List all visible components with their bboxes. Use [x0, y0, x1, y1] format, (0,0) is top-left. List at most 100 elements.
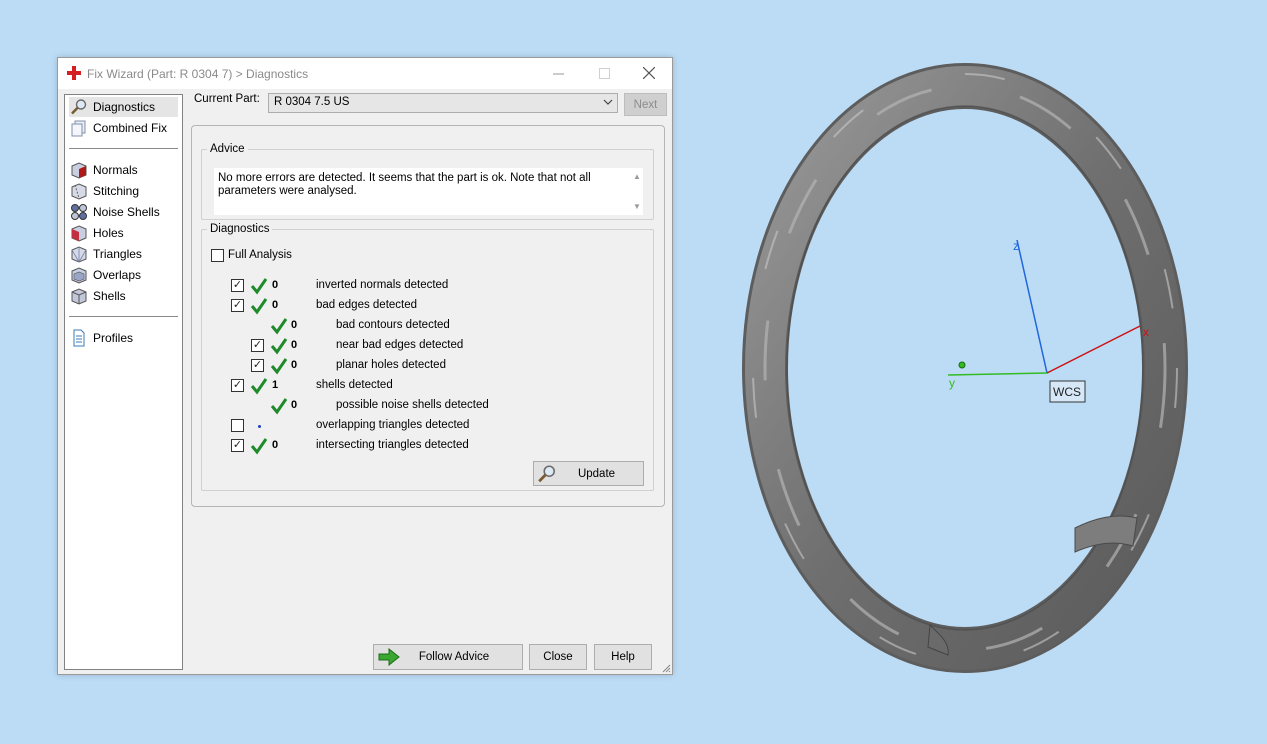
row-count: 0 [272, 279, 279, 291]
advice-title: Advice [210, 143, 245, 155]
sidebar-item-label: Combined Fix [93, 121, 168, 135]
green-check-icon [250, 438, 268, 455]
sidebar-divider [69, 316, 178, 317]
minimize-button[interactable] [535, 58, 581, 88]
row-count: 0 [291, 319, 298, 331]
sidebar-item-profiles[interactable]: Profiles [69, 328, 178, 348]
sidebar-item-stitching[interactable]: Stitching [69, 181, 178, 201]
row-label: inverted normals detected [316, 279, 449, 291]
sidebar-item-label: Profiles [93, 331, 134, 345]
advice-text-box[interactable]: No more errors are detected. It seems th… [214, 168, 643, 215]
3d-viewport[interactable]: z x y WCS [700, 60, 1260, 680]
sidebar-item-holes[interactable]: Holes [69, 223, 178, 243]
minimize-icon [552, 73, 564, 74]
row-checkbox[interactable] [231, 419, 244, 432]
sidebar-item-label: Triangles [93, 247, 142, 261]
row-checkbox[interactable]: ✓ [231, 439, 244, 452]
magnifier-icon [534, 464, 560, 484]
row-checkbox[interactable]: ✓ [231, 279, 244, 292]
row-label: possible noise shells detected [336, 399, 489, 411]
row-count: 0 [291, 339, 298, 351]
cube-red-icon [69, 161, 89, 179]
resize-grip-icon[interactable] [661, 663, 671, 673]
next-button[interactable]: Next [624, 93, 667, 116]
row-checkbox[interactable]: ✓ [251, 359, 264, 372]
green-check-icon [270, 398, 288, 415]
row-count: 0 [291, 359, 298, 371]
fix-wizard-dialog: Fix Wizard (Part: R 0304 7) > Diagnostic… [57, 57, 673, 675]
update-button[interactable]: Update [533, 461, 644, 486]
sidebar-item-label: Holes [93, 226, 124, 240]
sidebar-divider [69, 148, 178, 149]
diagnostics-title: Diagnostics [210, 223, 270, 235]
row-label: overlapping triangles detected [316, 419, 470, 431]
current-part-label: Current Part: [194, 93, 260, 105]
row-checkbox[interactable]: ✓ [231, 379, 244, 392]
scroll-down-icon[interactable]: ▼ [633, 200, 641, 213]
sidebar-item-diagnostics[interactable]: Diagnostics [69, 97, 178, 117]
y-axis [947, 372, 1048, 376]
follow-advice-button[interactable]: Follow Advice [373, 644, 523, 670]
x-axis-label: x [1143, 325, 1149, 339]
sidebar-item-label: Normals [93, 163, 138, 177]
row-checkbox[interactable]: ✓ [251, 339, 264, 352]
row-label: planar holes detected [336, 359, 446, 371]
row-count: 0 [272, 299, 279, 311]
z-axis [1016, 239, 1048, 374]
row-count: 0 [291, 399, 298, 411]
title-bar[interactable]: Fix Wizard (Part: R 0304 7) > Diagnostic… [58, 58, 672, 89]
help-button[interactable]: Help [594, 644, 652, 670]
ring-model[interactable] [742, 63, 1188, 673]
row-count: 1 [272, 379, 279, 391]
green-check-icon [270, 358, 288, 375]
sidebar-item-overlaps[interactable]: Overlaps [69, 265, 178, 285]
row-label: shells detected [316, 379, 393, 391]
diagnostics-panel: Advice No more errors are detected. It s… [191, 125, 665, 507]
row-count: 0 [272, 439, 279, 451]
triangles-icon [69, 245, 89, 263]
sidebar-item-label: Overlaps [93, 268, 142, 282]
overlaps-icon [69, 266, 89, 284]
row-label: intersecting triangles detected [316, 439, 469, 451]
pages-icon [69, 119, 89, 137]
y-axis-point [958, 361, 966, 369]
green-check-icon [250, 278, 268, 295]
advice-text: No more errors are detected. It seems th… [218, 172, 591, 197]
shells-icon [69, 287, 89, 305]
window-title: Fix Wizard (Part: R 0304 7) > Diagnostic… [87, 67, 309, 81]
follow-advice-label: Follow Advice [418, 651, 490, 663]
green-check-icon [250, 378, 268, 395]
green-check-icon [270, 318, 288, 335]
sidebar-item-label: Noise Shells [93, 205, 160, 219]
scroll-up-icon[interactable]: ▲ [633, 170, 641, 183]
sidebar-item-shells[interactable]: Shells [69, 286, 178, 306]
magnifier-icon [69, 98, 89, 116]
close-window-button[interactable] [626, 58, 672, 88]
row-label: near bad edges detected [336, 339, 464, 351]
sidebar-item-noise-shells[interactable]: Noise Shells [69, 202, 178, 222]
y-axis-label: y [949, 376, 955, 390]
row-label: bad contours detected [336, 319, 450, 331]
row-checkbox[interactable]: ✓ [231, 299, 244, 312]
wcs-label: WCS [1053, 385, 1081, 399]
sidebar-item-label: Diagnostics [93, 100, 156, 114]
maximize-button[interactable] [581, 58, 627, 88]
chevron-down-icon [603, 95, 613, 112]
red-cross-icon [67, 66, 81, 80]
full-analysis-checkbox[interactable] [211, 249, 224, 262]
green-check-icon [250, 298, 268, 315]
current-part-select[interactable]: R 0304 7.5 US [268, 93, 618, 113]
close-button[interactable]: Close [529, 644, 587, 670]
stitch-cube-icon [69, 182, 89, 200]
row-label: bad edges detected [316, 299, 418, 311]
full-analysis-label: Full Analysis [228, 249, 292, 261]
sidebar-item-combined-fix[interactable]: Combined Fix [69, 118, 178, 138]
noise-shells-icon [69, 203, 89, 221]
x-axis [1046, 325, 1141, 374]
sidebar-item-triangles[interactable]: Triangles [69, 244, 178, 264]
green-arrow-icon [374, 648, 404, 666]
advice-scrollbar[interactable]: ▲ ▼ [630, 168, 643, 215]
z-axis-label: z [1013, 239, 1019, 253]
status-dot-icon [258, 425, 261, 428]
sidebar-item-normals[interactable]: Normals [69, 160, 178, 180]
